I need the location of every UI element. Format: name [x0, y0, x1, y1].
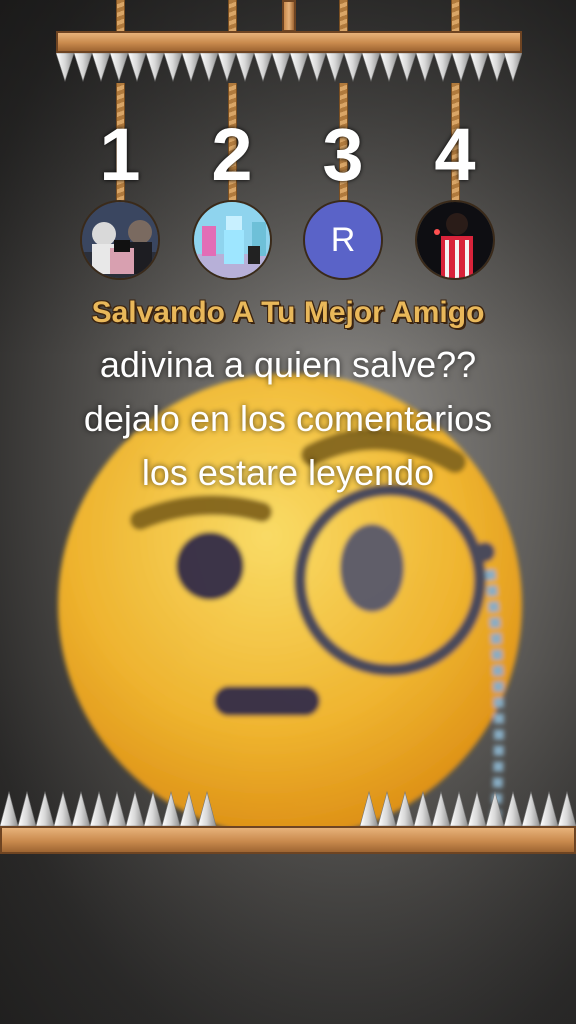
monocle-face-emoji-icon: [58, 373, 522, 837]
caption-line-1: adivina a quien salve??: [99, 344, 477, 385]
floor-plank: [0, 826, 576, 854]
floor-spikes: [0, 790, 576, 827]
caption-line-2: dejalo en los comentarios: [83, 398, 493, 439]
game-title: Salvando A Tu Mejor Amigo: [91, 296, 485, 329]
caption-line-3: los estare leyendo: [141, 452, 435, 493]
